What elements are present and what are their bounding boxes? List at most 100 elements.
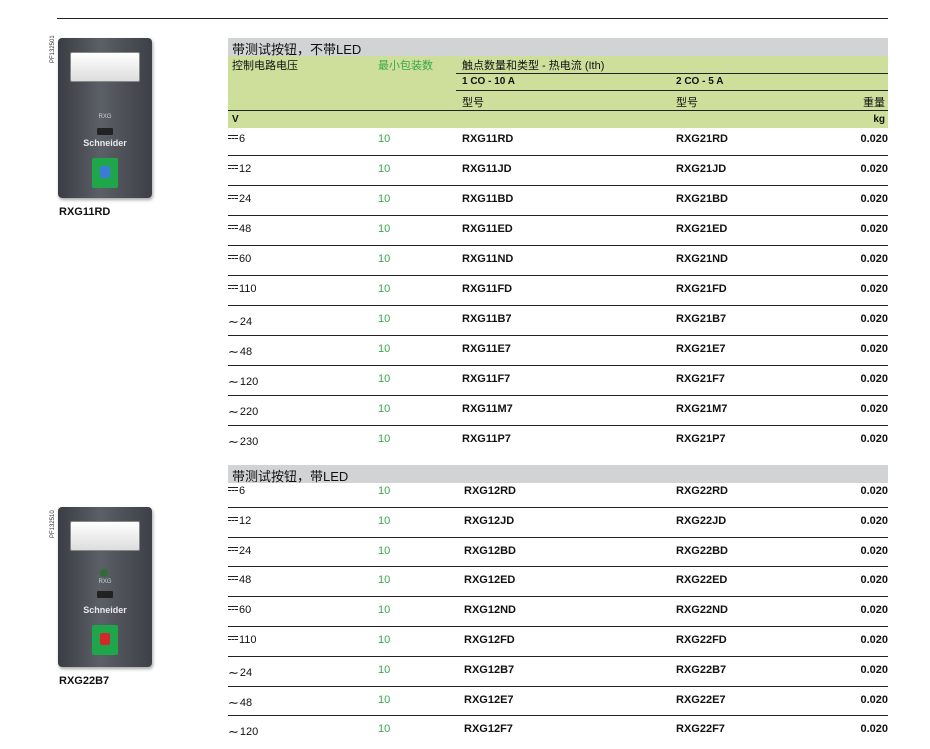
ref-2co-cell: RXG22ND <box>676 604 728 617</box>
pack-cell: 10 <box>378 544 391 557</box>
ref-2co-cell: RXG22B7 <box>676 663 727 676</box>
table-row: 48 10 RXG12ED RXG22ED 0.020 <box>228 574 888 588</box>
table-row: ∼24 10 RXG11B7 RXG21B7 0.020 <box>228 313 888 329</box>
ref-1co-cell: RXG11ED <box>462 223 513 235</box>
row-divider <box>228 305 888 306</box>
ref-2co-cell: RXG21JD <box>676 163 727 175</box>
ref-2co-cell: RXG21ND <box>676 253 728 265</box>
pack-cell: 10 <box>378 163 391 175</box>
row-divider <box>228 275 888 276</box>
relay-image-rxg22b7: RXG Schneider <box>58 507 152 667</box>
dc-symbol-icon <box>228 225 238 231</box>
ref-1co-cell: RXG12JD <box>464 514 515 527</box>
row-divider <box>228 425 888 426</box>
ref-1co-cell: RXG12BD <box>464 544 516 557</box>
voltage-cell: ∼230 <box>228 434 259 449</box>
table-row: 12 10 RXG12JD RXG22JD 0.020 <box>228 515 888 529</box>
col-weight: 重量 <box>863 97 885 109</box>
ac-symbol-icon: ∼ <box>228 344 239 359</box>
dc-symbol-icon <box>228 606 238 612</box>
row-divider <box>228 395 888 396</box>
ac-symbol-icon: ∼ <box>228 434 239 449</box>
pack-cell: 10 <box>378 663 391 676</box>
dc-symbol-icon <box>228 487 238 493</box>
voltage-cell: ∼220 <box>228 404 259 419</box>
ref-1co-cell: RXG11E7 <box>462 343 511 355</box>
row-divider <box>228 215 888 216</box>
table-row: ∼48 10 RXG12E7 RXG22E7 0.020 <box>228 693 888 710</box>
weight-cell: 0.020 <box>860 133 888 145</box>
table-header: 控制电路电压 最小包装数 触点数量和类型 - 热电流 (Ith) 1 CO - … <box>228 56 888 128</box>
weight-cell: 0.020 <box>860 283 888 295</box>
product-photo-code: PF132501 <box>50 35 56 63</box>
voltage-cell: 12 <box>228 163 251 175</box>
row-divider <box>228 155 888 156</box>
weight-cell: 0.020 <box>860 253 888 265</box>
row-divider <box>228 245 888 246</box>
ref-1co-cell: RXG11P7 <box>462 433 511 445</box>
ref-1co-cell: RXG12FD <box>464 634 515 646</box>
weight-cell: 0.020 <box>860 343 888 355</box>
pack-cell: 10 <box>378 193 391 205</box>
section-title: 带测试按钮，不带LED <box>228 38 888 57</box>
dc-symbol-icon <box>228 165 238 171</box>
dc-symbol-icon <box>228 516 238 523</box>
weight-cell: 0.020 <box>860 634 888 646</box>
row-divider <box>228 596 888 598</box>
voltage-cell: 6 <box>228 485 245 497</box>
ref-1co-cell: RXG11JD <box>462 163 512 175</box>
voltage-cell: 24 <box>228 545 251 557</box>
pack-cell: 10 <box>378 433 391 445</box>
ac-symbol-icon: ∼ <box>228 404 239 419</box>
ac-symbol-icon: ∼ <box>228 724 239 740</box>
weight-cell: 0.020 <box>860 604 888 617</box>
voltage-cell: ∼120 <box>228 374 259 389</box>
row-divider <box>228 335 888 336</box>
ref-2co-cell: RXG21F7 <box>676 373 725 385</box>
col-ref1: 型号 <box>462 97 484 109</box>
table-row: ∼48 10 RXG11E7 RXG21E7 0.020 <box>228 343 888 359</box>
dc-symbol-icon <box>228 576 238 582</box>
ref-1co-cell: RXG11RD <box>462 133 514 145</box>
ref-2co-cell: RXG21B7 <box>676 313 727 325</box>
ref-2co-cell: RXG21BD <box>676 193 728 205</box>
voltage-cell: 110 <box>228 634 257 646</box>
ref-1co-cell: RXG11B7 <box>462 313 512 325</box>
pack-cell: 10 <box>378 574 391 587</box>
voltage-cell: 48 <box>228 223 251 235</box>
row-divider <box>228 185 888 186</box>
table-row: ∼230 10 RXG11P7 RXG21P7 0.020 <box>228 433 888 449</box>
product-label: RXG11RD <box>59 206 111 218</box>
table-row: ∼24 10 RXG12B7 RXG22B7 0.020 <box>228 663 888 680</box>
ref-2co-cell: RXG21ED <box>676 223 728 235</box>
voltage-cell: 60 <box>228 604 251 616</box>
weight-cell: 0.020 <box>860 193 888 205</box>
weight-cell: 0.020 <box>860 313 888 325</box>
dc-symbol-icon <box>228 636 238 642</box>
weight-cell: 0.020 <box>860 485 888 497</box>
weight-cell: 0.020 <box>860 373 888 385</box>
ref-2co-cell: RXG21RD <box>676 133 728 145</box>
ac-symbol-icon: ∼ <box>228 374 239 389</box>
ref-1co-cell: RXG12ND <box>464 604 516 617</box>
weight-cell: 0.020 <box>860 574 888 587</box>
table-row: 24 10 RXG11BD RXG21BD 0.020 <box>228 193 888 207</box>
ref-2co-cell: RXG21FD <box>676 283 727 295</box>
relay-image-rxg11rd: RXG Schneider <box>58 38 152 198</box>
ref-1co-cell: RXG12F7 <box>464 723 513 736</box>
row-divider <box>228 685 888 687</box>
table-row: 48 10 RXG11ED RXG21ED 0.020 <box>228 223 888 237</box>
pack-cell: 10 <box>378 133 391 145</box>
ref-2co-cell: RXG22BD <box>676 544 728 557</box>
unit-kg: kg <box>873 114 885 125</box>
row-divider <box>228 536 888 538</box>
ref-1co-cell: RXG12B7 <box>464 663 515 676</box>
ref-1co-cell: RXG12E7 <box>464 693 514 706</box>
ref-2co-cell: RXG21M7 <box>676 403 728 415</box>
table-row: ∼120 10 RXG12F7 RXG22F7 0.020 <box>228 723 888 740</box>
weight-cell: 0.020 <box>860 723 888 736</box>
pack-cell: 10 <box>378 223 391 235</box>
table-row: ∼220 10 RXG11M7 RXG21M7 0.020 <box>228 403 888 419</box>
table-row: 6 10 RXG11RD RXG21RD 0.020 <box>228 133 888 147</box>
table-row: 110 10 RXG12FD RXG22FD 0.020 <box>228 634 888 648</box>
